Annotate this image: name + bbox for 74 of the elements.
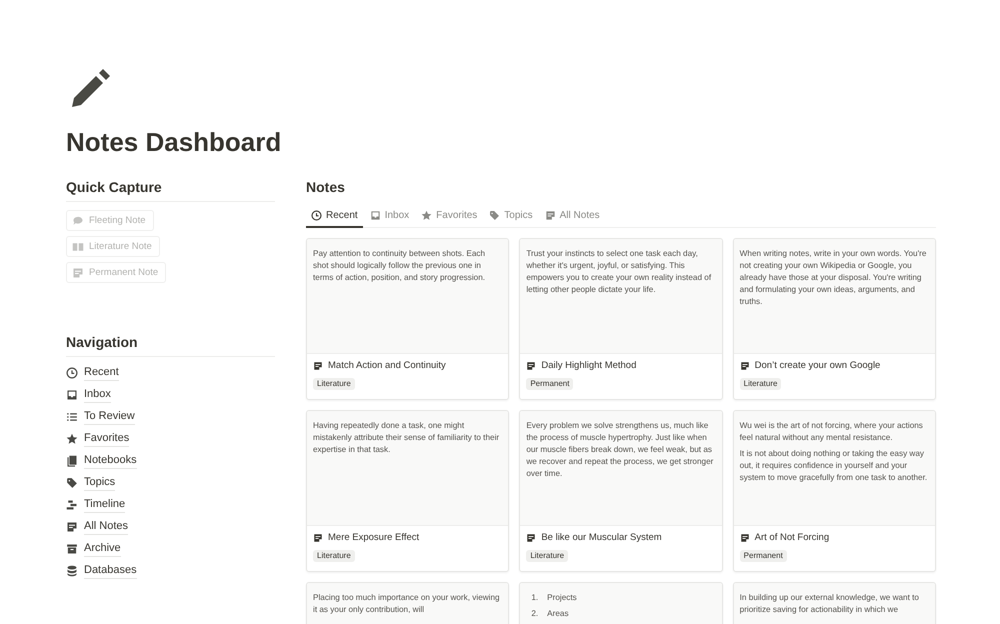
nav-link[interactable]: Databases — [84, 562, 137, 579]
note-tag: Literature — [313, 378, 355, 390]
note-icon — [526, 533, 536, 543]
nav-link[interactable]: Recent — [84, 364, 119, 381]
note-icon — [313, 533, 323, 543]
nav-link[interactable]: Inbox — [84, 386, 111, 403]
note-icon — [740, 533, 750, 543]
section-heading: Notes — [306, 178, 346, 197]
notebook-icon — [66, 454, 78, 466]
section-heading: Quick Capture — [66, 178, 275, 202]
view-tab[interactable]: Recent — [306, 206, 363, 228]
note-preview-text: It is not about doing nothing or taking the easy way out, it requires confidence in yourself and your system to move gracefully from one task to another. — [740, 448, 928, 484]
note-title[interactable]: Daily Highlight Method — [541, 360, 636, 372]
chat-bubble-icon — [72, 214, 84, 226]
note-card[interactable]: Pay attention to continuity between shots. Each shot should logically follow the previous one in terms of action, position, and story progression. Match Action and Continuity Literature — [306, 238, 510, 400]
note-card[interactable] — [732, 410, 936, 572]
list-icon — [66, 410, 78, 422]
note-icon — [526, 361, 536, 371]
note-title[interactable]: Be like our Muscular System — [541, 532, 662, 544]
note-preview-text: When writing notes, write in your own words. You're not creating your own Wikipedia or Google, you already have those at your disposal. You're writing and formulating your own ideas, arguments, and truths. — [740, 248, 928, 308]
note-preview-text: Placing too much importance on your work, viewing it as your only contribution, will — [313, 592, 501, 616]
star-icon — [421, 210, 432, 221]
note-tag: Literature — [313, 550, 355, 562]
note-preview-text: Trust your instincts to select one task each day, whether it's urgent, joyful, or satisfying. This empowers you to create your own reality instead of letting other people dictate your life. — [526, 248, 712, 296]
note-preview-text: Pay attention to continuity between shots. Each shot should logically follow the previous one in terms of action, position, and story progression. — [313, 248, 486, 284]
note-preview-text: Every problem we solve strengthens us, much like the process of muscle hypertrophy. Just like when our muscle fibers break down, we feel weak, but as we recover and repeat the process, we get stronger over time. — [526, 420, 714, 480]
note-card[interactable]: 1. Projects 2. Areas — [519, 582, 723, 624]
nav-link[interactable]: Favorites — [84, 430, 130, 447]
note-icon — [313, 361, 323, 371]
note-tag: Permanent — [526, 378, 574, 390]
view-tab[interactable]: Topics — [484, 206, 538, 228]
note-preview-text: Wu wei is the art of not forcing, where your actions feel natural without any mental resistance. — [740, 420, 924, 444]
note-card[interactable] — [732, 238, 936, 400]
nav-link[interactable]: All Notes — [84, 518, 128, 535]
nav-link[interactable]: To Review — [84, 408, 135, 425]
note-title[interactable]: Mere Exposure Effect — [328, 532, 420, 544]
list-item-text: Projects — [547, 592, 577, 604]
tag-icon — [66, 476, 78, 488]
note-icon — [544, 210, 556, 221]
note-card[interactable]: Having repeatedly done a task, one might mistakenly attribute their sense of familiarity to their expertise in that task. Mere Exposure Effect Literature — [306, 410, 510, 572]
nav-link[interactable]: Timeline — [84, 496, 126, 513]
clock-icon — [311, 210, 322, 221]
archive-icon — [66, 542, 78, 554]
note-card[interactable] — [519, 410, 723, 572]
list-item-text: Areas — [547, 608, 569, 620]
database-icon — [66, 564, 78, 576]
list-number: 2. — [531, 608, 538, 620]
nav-link[interactable]: Topics — [84, 474, 116, 491]
note-tag: Permanent — [740, 550, 787, 562]
page-title: Notes Dashboard — [66, 126, 282, 158]
star-icon — [66, 432, 78, 444]
inbox-icon — [370, 210, 381, 221]
note-tag: Literature — [526, 550, 568, 562]
list-number: 1. — [531, 592, 538, 604]
note-title[interactable]: Match Action and Continuity — [328, 360, 446, 372]
note-tag: Literature — [740, 378, 782, 390]
note-icon — [66, 520, 78, 532]
note-icon — [740, 361, 750, 371]
note-title[interactable]: Art of Not Forcing — [754, 532, 830, 544]
timeline-icon — [66, 498, 78, 510]
book-icon — [72, 240, 84, 252]
note-title[interactable]: Don’t create your own Google — [754, 360, 880, 372]
tag-icon — [489, 210, 500, 221]
clock-icon — [66, 366, 78, 378]
note-card[interactable]: In building up our external knowledge, we want to prioritize saving for actionability in which we — [732, 582, 936, 624]
note-card[interactable]: Placing too much importance on your work, viewing it as your only contribution, will — [306, 582, 510, 624]
note-card[interactable] — [519, 238, 723, 400]
section-heading: Navigation — [66, 333, 275, 357]
nav-link[interactable]: Archive — [84, 540, 121, 557]
note-icon — [72, 266, 84, 278]
inbox-icon — [66, 388, 78, 400]
note-preview-text: In building up our external knowledge, we want to prioritize saving for actionability in which we — [740, 592, 920, 616]
nav-link[interactable]: Notebooks — [84, 452, 137, 469]
note-preview-text: Having repeatedly done a task, one might mistakenly attribute their sense of familiarity to their expertise in that task. — [313, 420, 500, 456]
